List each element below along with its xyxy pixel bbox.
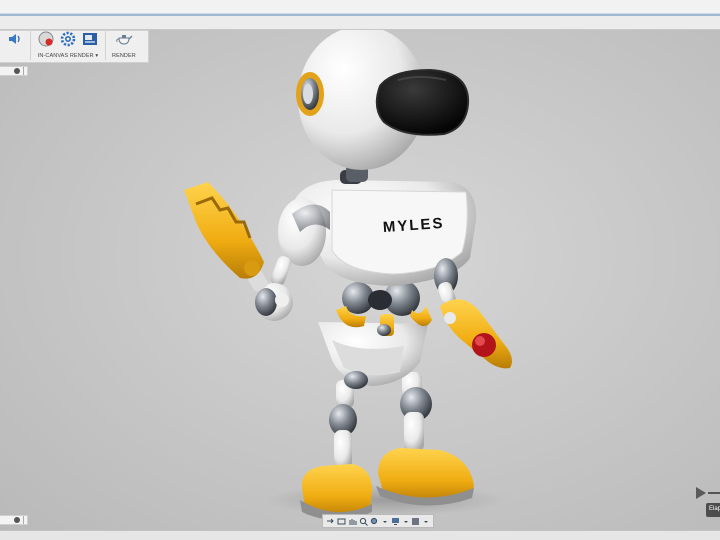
display-dropdown-icon[interactable] [402, 517, 410, 526]
fit-icon[interactable] [370, 517, 379, 526]
status-bar [0, 530, 720, 540]
visor [375, 68, 470, 136]
right-arm[interactable] [434, 258, 512, 369]
red-joint [472, 333, 496, 357]
canvas-viewport[interactable]: MYLES [0, 30, 720, 530]
navigation-bar [322, 514, 434, 528]
comments-settings-gear-icon[interactable] [14, 517, 20, 523]
comments-divider [23, 516, 24, 524]
render-settings-gear-icon[interactable] [59, 30, 77, 48]
grid-dropdown-icon[interactable] [422, 517, 430, 526]
browser-panel-header[interactable] [0, 66, 28, 76]
ribbon-group-render: RENDER [106, 29, 142, 60]
ribbon-group-audio [0, 29, 31, 60]
timeline-track[interactable] [708, 492, 720, 494]
head[interactable] [296, 30, 470, 182]
dropdown-caret-icon[interactable]: ▾ [95, 53, 98, 59]
ribbon-group-in-canvas-render-label[interactable]: IN-CANVAS RENDER ▾ [38, 53, 98, 60]
zoom-dropdown-icon[interactable] [381, 517, 389, 526]
ribbon-group-render-label: RENDER [112, 53, 136, 59]
comments-panel-header[interactable] [0, 515, 28, 525]
robot-model[interactable]: MYLES [0, 30, 720, 530]
window-title-bar [0, 0, 720, 16]
right-claw[interactable] [440, 299, 512, 369]
orbit-icon[interactable] [326, 517, 335, 526]
render-gallery-icon[interactable] [81, 30, 99, 48]
timeline-play-icon[interactable] [696, 487, 706, 499]
in-canvas-render-label: IN-CANVAS RENDER [37, 53, 94, 59]
in-canvas-render-icon[interactable] [37, 30, 55, 48]
browser-divider [23, 67, 24, 75]
look-at-icon[interactable] [337, 517, 346, 526]
browser-settings-gear-icon[interactable] [14, 68, 20, 74]
ribbon-group-in-canvas-render: IN-CANVAS RENDER ▾ [31, 29, 106, 60]
elapsed-tooltip: Elap [706, 503, 720, 517]
zoom-icon[interactable] [359, 517, 368, 526]
right-leg[interactable] [376, 372, 474, 506]
render-teapot-icon[interactable] [115, 30, 133, 48]
render-ribbon: IN-CANVAS RENDER ▾ RENDER [0, 29, 149, 63]
display-settings-icon[interactable] [391, 517, 400, 526]
grid-settings-icon[interactable] [411, 517, 420, 526]
toolbar-band [0, 16, 720, 30]
left-arm[interactable] [184, 182, 330, 321]
speaker-icon[interactable] [6, 30, 24, 48]
left-leg[interactable] [300, 380, 372, 520]
pan-hand-icon[interactable] [348, 517, 357, 526]
